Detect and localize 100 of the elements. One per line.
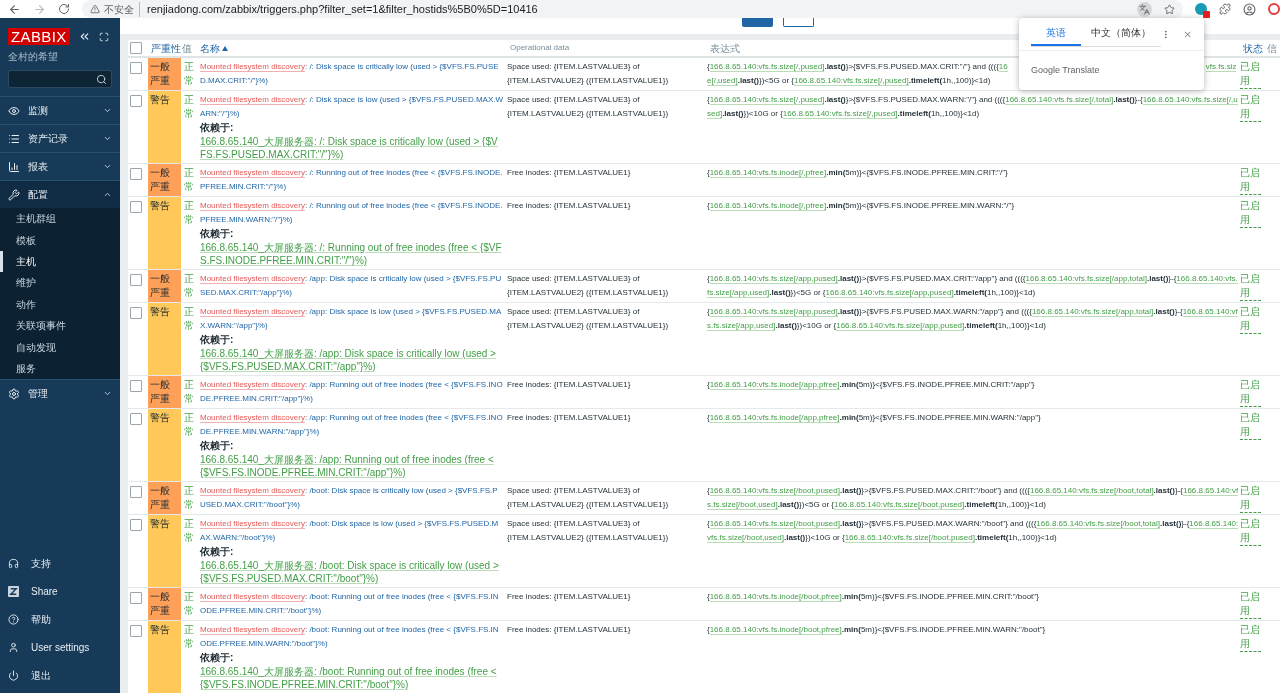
trigger-name-link[interactable]: Mounted filesystem discovery: /boot: Running out of free inodes (free < {$VFS.FS.INODE.PFREE.MIN.CRIT:"/boot"}%) [200,590,503,618]
trigger-name-link[interactable]: Mounted filesystem discovery: /app: Disk space is low (used > {$VFS.FS.PUSED.MAX.WARN:"/app"}%) [200,305,503,333]
profile-icon[interactable] [1243,2,1256,16]
submenu-item[interactable]: 动作 [0,293,120,315]
trigger-name-link[interactable]: Mounted filesystem discovery: /app: Running out of free inodes (free < {$VFS.FS.INODE.PFREE.MIN.WARN:"/app"}%) [200,411,503,439]
submenu-item[interactable]: 关联项事件 [0,314,120,337]
submenu-item[interactable]: 主机群组 [0,208,120,230]
column-header[interactable]: 严重性 [151,40,181,56]
trigger-name-link[interactable]: Mounted filesystem discovery: /boot: Disk space is critically low (used > {$VFS.FS.PUSED.MAX.CRIT:"/boot"}%) [200,484,503,512]
status-link[interactable]: 已启用 [1240,590,1261,619]
row-checkbox[interactable] [130,486,142,498]
discovery-link[interactable]: Mounted filesystem discovery [200,95,305,105]
status-link[interactable]: 已启用 [1240,623,1261,652]
footer-link[interactable]: 退出 [0,661,120,689]
star-icon[interactable] [1164,3,1175,15]
select-all-checkbox[interactable] [130,42,142,54]
submenu-item[interactable]: 维护 [0,272,120,294]
discovery-link[interactable]: Mounted filesystem discovery [200,274,305,284]
discovery-link[interactable]: Mounted filesystem discovery [200,519,305,529]
submenu-item[interactable]: 服务 [0,357,120,380]
submenu-item[interactable]: 自动发现 [0,336,120,358]
discovery-link[interactable]: Mounted filesystem discovery [200,592,305,602]
status-link[interactable]: 已启用 [1240,199,1261,228]
reload-icon[interactable] [58,3,70,15]
kiosk-icon[interactable] [98,31,109,42]
footer-link[interactable]: 帮助 [0,605,120,633]
trigger-name-link[interactable]: Mounted filesystem discovery: /boot: Disk space is low (used > {$VFS.FS.PUSED.MAX.WARN:"/boot"}%) [200,517,503,545]
trigger-name-link[interactable]: Mounted filesystem discovery: /: Running out of free inodes (free < {$VFS.FS.INODE.PFREE.MIN.CRIT:"/"}%) [200,166,503,194]
menu-item[interactable]: 监测 [0,96,120,124]
discovery-link[interactable]: Mounted filesystem discovery [200,625,305,635]
status-link[interactable]: 已启用 [1240,411,1261,440]
dependency-link[interactable]: 166.8.65.140_大屏服务器: /boot: Disk space is critically low (used > {$VFS.FS.PUSED.MAX.CRIT:"/boot"}%) [200,559,503,585]
menu-item[interactable]: 配置 [0,180,120,208]
dependency-link[interactable]: 166.8.65.140_大屏服务器: /: Running out of free inodes (free < {$VFS.FS.INODE.PFREE.MIN.CRIT:"/"}%) [200,241,503,267]
row-checkbox[interactable] [130,201,142,213]
footer-link[interactable]: Share [0,577,120,605]
submenu-item[interactable]: 主机 [0,250,120,273]
discovery-link[interactable]: Mounted filesystem discovery [200,168,305,178]
footer-link[interactable]: User settings [0,633,120,661]
extension-icon[interactable] [1195,3,1207,15]
address-bar[interactable]: 不安全 renjiadong.com/zabbix/triggers.php?filter_set=1&filter_hostids%5B0%5D=10416 [82,0,1183,18]
column-header[interactable]: 状态 [1243,40,1263,56]
dependency-link[interactable]: 166.8.65.140_大屏服务器: /boot: Running out of free inodes (free < {$VFS.FS.INODE.PFREE.MIN.CRIT:"/boot"}%) [200,665,503,691]
trigger-name-link[interactable]: Mounted filesystem discovery: /app: Disk space is critically low (used > {$VFS.FS.PUSED.MAX.CRIT:"/app"}%) [200,272,503,300]
row-checkbox[interactable] [130,592,142,604]
trigger-name-link[interactable]: Mounted filesystem discovery: /: Disk space is low (used > {$VFS.FS.PUSED.MAX.WARN:"/"}%) [200,93,503,121]
row-checkbox[interactable] [130,519,142,531]
row-checkbox[interactable] [130,380,142,392]
status-link[interactable]: 已启用 [1240,484,1261,513]
severity-cell: 一般严重 [148,482,181,514]
trigger-name-link[interactable]: Mounted filesystem discovery: /boot: Running out of free inodes (free < {$VFS.FS.INODE.PFREE.MIN.WARN:"/boot"}%) [200,623,503,651]
trigger-name-link[interactable]: Mounted filesystem discovery: /app: Running out of free inodes (free < {$VFS.FS.INODE.PFREE.MIN.CRIT:"/app"}%) [200,378,503,406]
language-tab[interactable]: 中文（简体） [1081,21,1161,46]
avatar-icon[interactable] [1268,3,1280,15]
language-tab[interactable]: 英语 [1031,21,1081,46]
severity-cell: 警告 [148,621,181,693]
submenu-item[interactable]: 模板 [0,229,120,251]
reset-button[interactable] [783,18,814,27]
puzzle-icon[interactable] [1219,3,1231,15]
row-checkbox[interactable] [130,274,142,286]
help-icon [8,613,19,625]
dependency-link[interactable]: 166.8.65.140_大屏服务器: /app: Disk space is critically low (used > {$VFS.FS.PUSED.MAX.CRIT:"/app"}%) [200,347,503,373]
row-checkbox[interactable] [130,95,142,107]
trigger-name-link[interactable]: Mounted filesystem discovery: /: Disk space is critically low (used > {$VFS.FS.PUSED.MAX.CRIT:"/"}%) [200,60,503,88]
search-field[interactable] [8,70,112,88]
menu-item[interactable]: 管理 [0,379,120,408]
dependency-link[interactable]: 166.8.65.140_大屏服务器: /: Disk space is critically low (used > {$VFS.FS.PUSED.MAX.CRIT:"/"}%) [200,135,503,161]
operational-data: Free inodes: {ITEM.LASTVALUE1} [507,625,631,634]
discovery-link[interactable]: Mounted filesystem discovery [200,413,305,423]
search-icon[interactable] [96,73,107,85]
trigger-name-link[interactable]: Mounted filesystem discovery: /: Running out of free inodes (free < {$VFS.FS.INODE.PFREE.MIN.WARN:"/"}%) [200,199,503,227]
discovery-link[interactable]: Mounted filesystem discovery [200,380,305,390]
discovery-link[interactable]: Mounted filesystem discovery [200,307,305,317]
footer-link[interactable]: 支持 [0,549,120,577]
operational-data: Free inodes: {ITEM.LASTVALUE1} [507,592,631,601]
status-link[interactable]: 已启用 [1240,305,1261,334]
row-checkbox[interactable] [130,62,142,74]
translate-icon[interactable] [1137,1,1152,17]
menu-item[interactable]: 资产记录 [0,124,120,152]
back-icon[interactable] [8,2,21,16]
close-icon[interactable] [1182,28,1192,40]
discovery-link[interactable]: Mounted filesystem discovery [200,201,305,211]
status-link[interactable]: 已启用 [1240,272,1261,301]
logo[interactable]: ZABBIX [8,28,70,45]
status-link[interactable]: 已启用 [1240,378,1261,407]
column-header[interactable]: 名称 [200,40,220,56]
status-link[interactable]: 已启用 [1240,60,1261,89]
status-link[interactable]: 已启用 [1240,166,1261,195]
status-link[interactable]: 已启用 [1240,517,1261,546]
row-checkbox[interactable] [130,625,142,637]
expression-text: {166.8.65.140:vfs.fs.size[/app,pused].last()}>{$VFS.FS.PUSED.MAX.CRIT:"/app"} and ((({166.8.65.140:vfs.fs.size[/app,total].last()}-{166.8.65.140:vfs.fs.size[/app,used].last()})<5G or {166.8.65.140:vfs.fs.size[/app,pused].timeleft(1h,,100)}<1d) [707,273,1239,300]
discovery-link[interactable]: Mounted filesystem discovery [200,62,305,72]
value-text: 正常 [184,484,194,512]
row-checkbox[interactable] [130,413,142,425]
row-checkbox[interactable] [130,168,142,180]
status-link[interactable]: 已启用 [1240,93,1261,122]
forward-icon[interactable] [33,2,46,16]
row-checkbox[interactable] [130,307,142,319]
discovery-link[interactable]: Mounted filesystem discovery [200,486,305,496]
dependency-link[interactable]: 166.8.65.140_大屏服务器: /app: Running out of free inodes (free < {$VFS.FS.INODE.PFREE.MIN.CRIT:"/app"}%) [200,453,503,479]
